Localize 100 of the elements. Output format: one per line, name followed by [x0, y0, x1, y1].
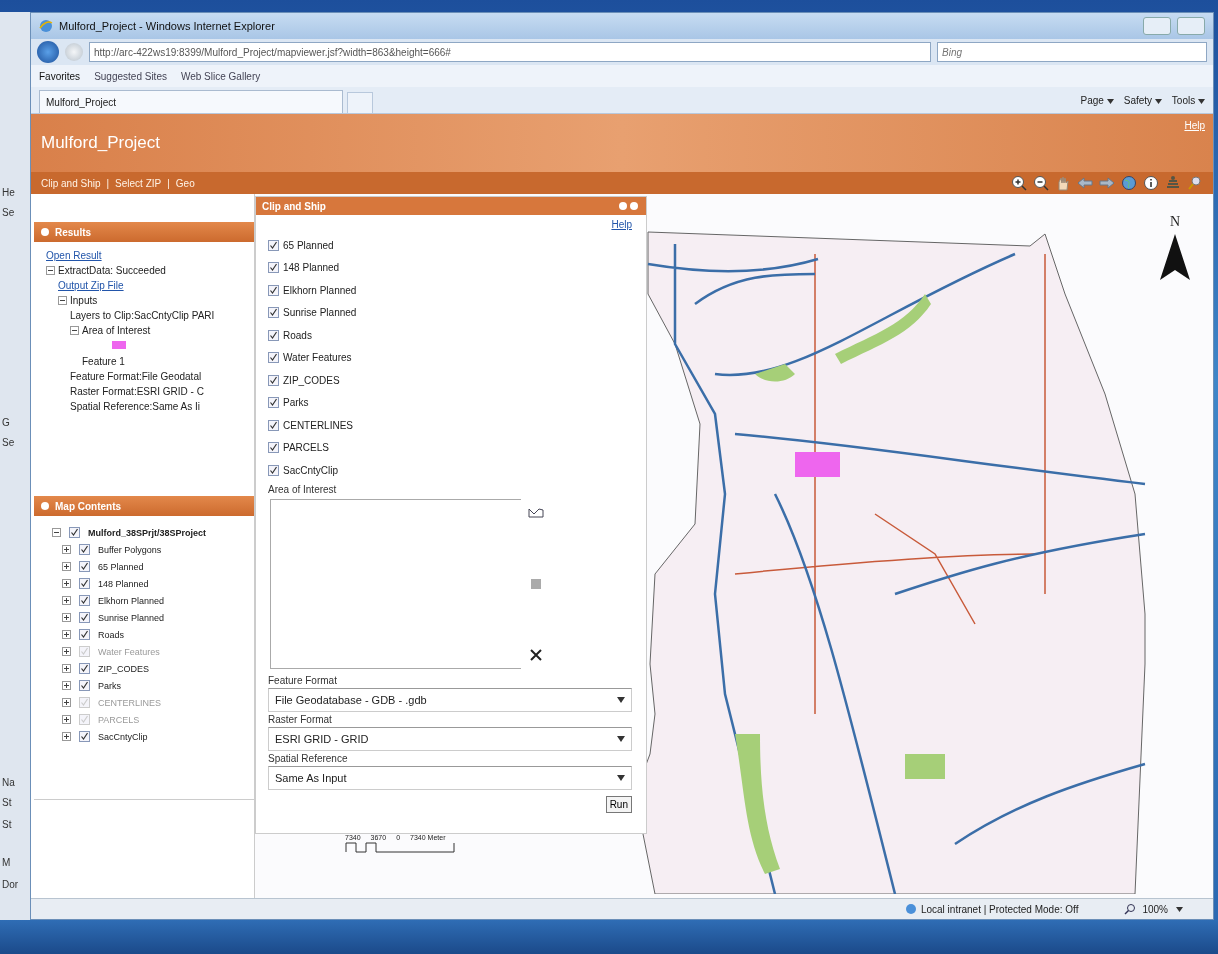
command-menu[interactable]: Tools	[1171, 94, 1205, 106]
checkbox[interactable]	[79, 680, 90, 691]
expand-icon[interactable]	[62, 613, 71, 622]
field-label: Spatial Reference	[268, 752, 349, 764]
caret-icon[interactable]	[1154, 98, 1162, 104]
nav-link[interactable]: Select ZIP	[115, 177, 162, 189]
caret-icon[interactable]	[1106, 98, 1114, 104]
checkbox[interactable]	[69, 527, 80, 538]
checkbox[interactable]	[79, 663, 90, 674]
expand-icon[interactable]	[62, 681, 71, 690]
layer-name: 65 Planned	[98, 561, 144, 572]
command-menu[interactable]: Page	[1080, 94, 1114, 106]
layer-name: Roads	[98, 629, 124, 640]
checkbox[interactable]	[79, 612, 90, 623]
checkbox[interactable]	[268, 442, 279, 454]
checkbox[interactable]	[268, 239, 279, 251]
layer-name: SacCntyClip	[98, 731, 148, 742]
background-window-text: Se	[2, 437, 15, 448]
checkbox[interactable]	[79, 578, 90, 589]
checkbox[interactable]	[79, 731, 90, 742]
command-menu[interactable]: Safety	[1123, 94, 1162, 106]
checkbox[interactable]	[268, 419, 279, 431]
layer-name: CENTERLINES	[98, 697, 161, 708]
checkbox[interactable]	[268, 262, 279, 274]
caret-icon[interactable]	[617, 696, 625, 703]
result-text: Raster Format:ESRI GRID - C	[70, 386, 204, 397]
address-field[interactable]: http://arc-422ws19:8399/Mulford_Project/mapviewer.jsf?width=863&height=666#	[89, 42, 931, 62]
checkbox[interactable]	[268, 329, 279, 341]
expand-icon[interactable]	[62, 732, 71, 741]
back-button[interactable]	[37, 41, 59, 63]
collapse-icon[interactable]	[58, 296, 67, 305]
run-button[interactable]: Run	[605, 795, 632, 813]
collapse-icon[interactable]	[52, 528, 61, 537]
checkbox[interactable]	[268, 284, 279, 296]
result-text: Inputs	[70, 295, 98, 306]
nav-separator: |	[106, 177, 110, 189]
browser-tab[interactable]: Mulford_Project	[39, 90, 343, 113]
caret-icon[interactable]	[1198, 98, 1205, 104]
zoom-level[interactable]: 100%	[1142, 903, 1168, 915]
caret-icon[interactable]	[617, 735, 625, 742]
caret-icon[interactable]	[1176, 906, 1183, 912]
checkbox[interactable]	[268, 464, 279, 476]
dropdown[interactable]: Same As Input	[268, 765, 632, 790]
hand-icon[interactable]	[1055, 175, 1071, 191]
layer-name: Water Features	[98, 646, 160, 657]
result-link[interactable]: Output Zip File	[58, 280, 124, 291]
collapse-icon[interactable]	[46, 266, 55, 275]
background-window-text: Dor	[2, 879, 19, 890]
checkbox[interactable]	[79, 544, 90, 555]
layer-label: ZIP_CODES	[283, 374, 340, 386]
clear-icon[interactable]	[528, 646, 544, 663]
background-window-text: G	[2, 417, 10, 428]
checkbox[interactable]	[79, 561, 90, 572]
expand-icon[interactable]	[62, 579, 71, 588]
checkbox[interactable]	[268, 307, 279, 319]
scale-bar-icon	[345, 841, 455, 853]
dropdown[interactable]: ESRI GRID - GRID	[268, 726, 632, 751]
expand-icon[interactable]	[62, 630, 71, 639]
result-link[interactable]: Open Result	[46, 250, 102, 261]
expand-icon[interactable]	[62, 664, 71, 673]
window-buttons-icon[interactable]	[618, 201, 640, 211]
favorites-item[interactable]: Web Slice Gallery	[180, 70, 261, 82]
expand-icon[interactable]	[62, 596, 71, 605]
area-of-interest-field[interactable]	[270, 498, 521, 669]
globe-icon[interactable]	[1121, 175, 1137, 191]
favorites-item[interactable]: Favorites	[39, 70, 81, 82]
caret-icon[interactable]	[617, 774, 625, 781]
dropdown[interactable]: File Geodatabase - GDB - .gdb	[268, 687, 632, 712]
nav-link[interactable]: Geo	[175, 177, 195, 189]
expand-icon[interactable]	[62, 545, 71, 554]
favorites-item[interactable]: Suggested Sites	[94, 70, 167, 82]
info-icon[interactable]	[1143, 175, 1159, 191]
layer-label: CENTERLINES	[283, 419, 353, 431]
security-zone: Local intranet | Protected Mode: Off	[920, 903, 1079, 915]
background-window-text: St	[2, 819, 12, 830]
globe-icon	[904, 903, 917, 915]
expand-icon[interactable]	[62, 562, 71, 571]
north-label: N	[1169, 214, 1181, 230]
checkbox[interactable]	[268, 352, 279, 364]
window-title: Mulford_Project - Windows Internet Explorer	[59, 20, 275, 32]
search-field[interactable]: Bing	[937, 42, 1207, 62]
checkbox[interactable]	[79, 629, 90, 640]
field-label: Feature Format	[268, 674, 338, 686]
result-text: Feature 1	[82, 356, 125, 367]
checkbox[interactable]	[268, 374, 279, 386]
magnifier-icon[interactable]	[1187, 175, 1203, 191]
background-window-text: M	[2, 857, 11, 868]
background-window-text: St	[2, 797, 12, 808]
checkbox[interactable]	[79, 595, 90, 606]
checkbox[interactable]	[268, 397, 279, 409]
result-text: Spatial Reference:Same As Ii	[70, 401, 201, 412]
background-window-text: Se	[2, 207, 15, 218]
background-window-text: He	[2, 187, 15, 198]
help-link[interactable]: Help	[611, 219, 632, 230]
magnifier-icon[interactable]	[1124, 903, 1137, 915]
zoom-in-icon[interactable]	[1011, 175, 1027, 191]
collapse-icon[interactable]	[70, 326, 79, 335]
zoom-out-icon[interactable]	[1033, 175, 1049, 191]
layer-name: 148 Planned	[98, 578, 149, 589]
nav-link[interactable]: Clip and Ship	[41, 177, 101, 189]
